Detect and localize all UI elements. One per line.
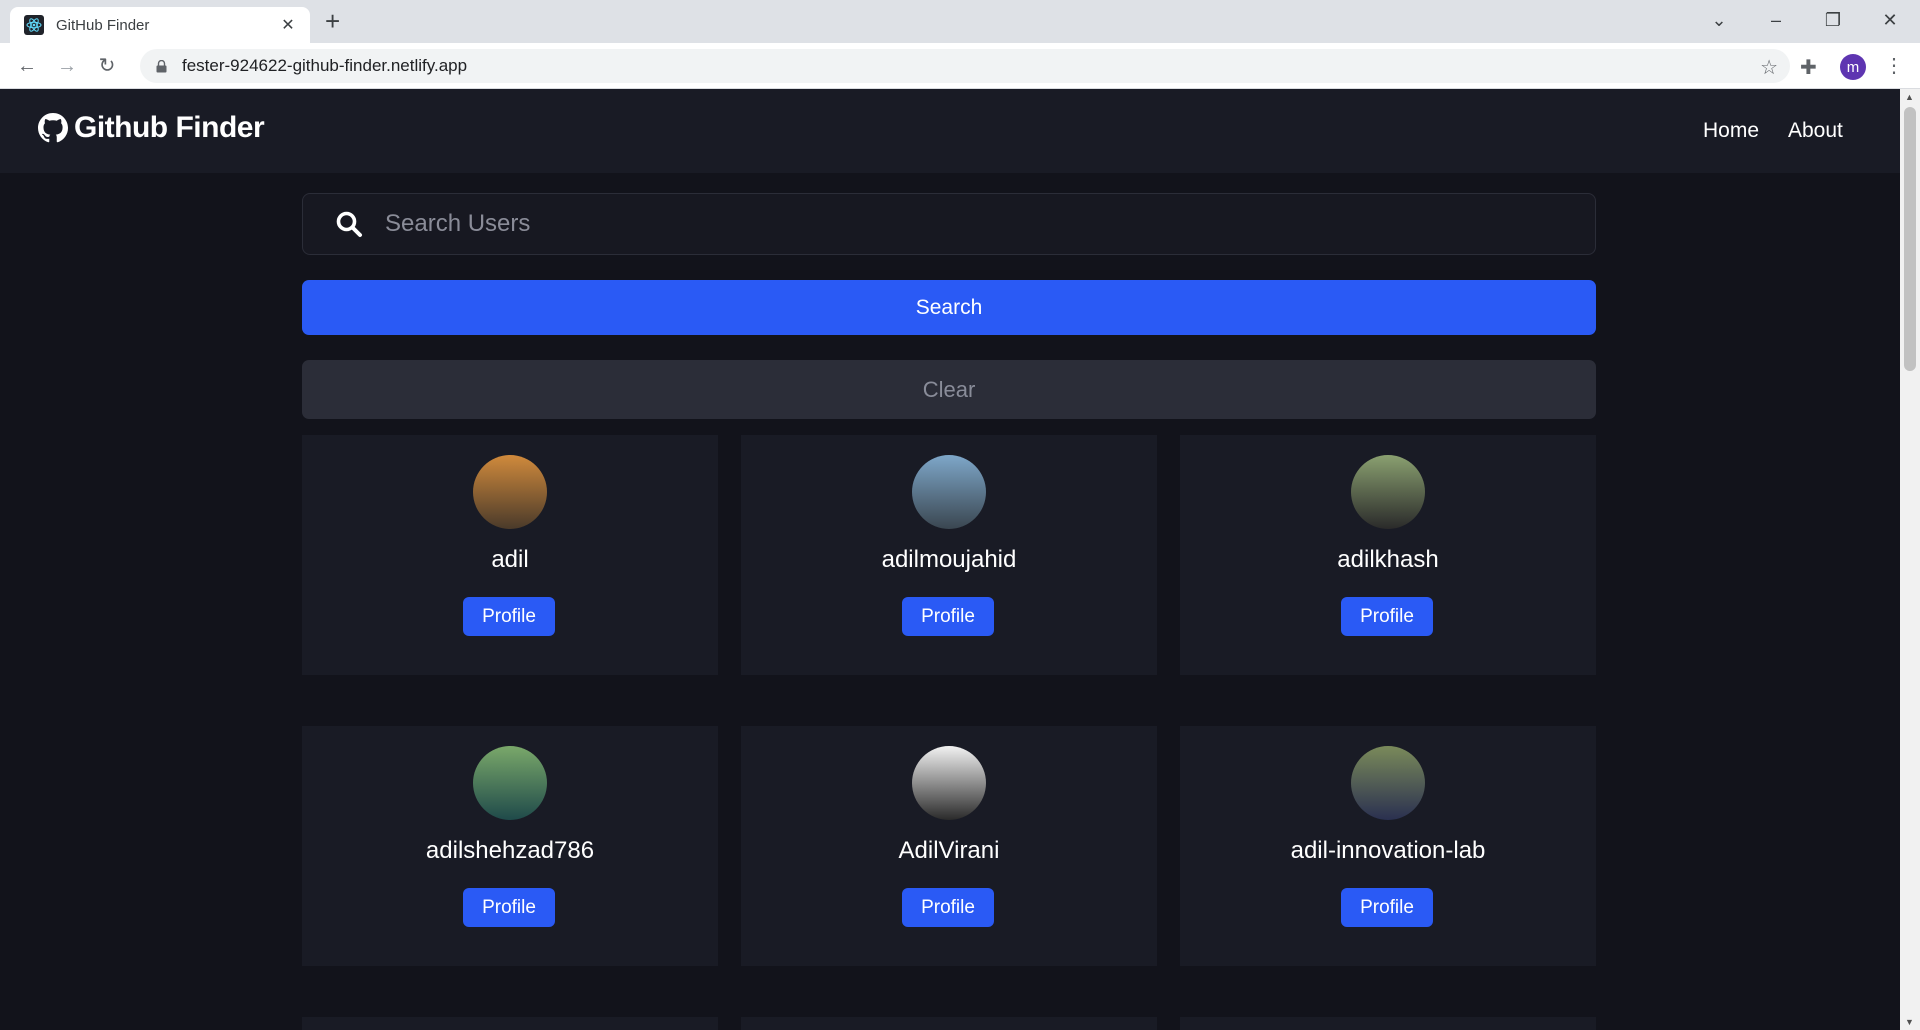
page-scrollbar[interactable]: ▲ ▼ bbox=[1900, 89, 1920, 1030]
user-grid: adil Profile adilmoujahid Profile adilkh… bbox=[302, 435, 1596, 1030]
browser-tab[interactable]: GitHub Finder ✕ bbox=[10, 7, 310, 43]
avatar bbox=[1351, 455, 1425, 529]
avatar bbox=[1351, 746, 1425, 820]
search-icon bbox=[336, 211, 362, 237]
user-card: adil-innovation-lab Profile bbox=[1180, 726, 1596, 966]
avatar bbox=[473, 455, 547, 529]
tab-title: GitHub Finder bbox=[56, 16, 150, 34]
close-tab-icon[interactable]: ✕ bbox=[278, 15, 298, 35]
profile-button[interactable]: Profile bbox=[463, 888, 555, 927]
user-login: adil-innovation-lab bbox=[1290, 837, 1486, 864]
brand[interactable]: Github Finder bbox=[38, 111, 265, 145]
user-card: adilshehzad786 Profile bbox=[302, 726, 718, 966]
profile-button[interactable]: Profile bbox=[463, 597, 555, 636]
user-login: adilkhash bbox=[1337, 546, 1439, 573]
react-icon bbox=[24, 15, 44, 35]
app-viewport: Github Finder Home About Search Clear ad… bbox=[0, 89, 1900, 1030]
extensions-icon[interactable]: ✚ bbox=[1800, 55, 1817, 80]
avatar bbox=[912, 455, 986, 529]
user-card: adilkhash Profile bbox=[1180, 435, 1596, 675]
tab-search-icon[interactable]: ⌄ bbox=[1699, 6, 1739, 34]
profile-button[interactable]: Profile bbox=[902, 597, 994, 636]
clear-button[interactable]: Clear bbox=[302, 360, 1596, 419]
navbar: Github Finder Home About bbox=[0, 89, 1900, 173]
search-box bbox=[302, 193, 1596, 255]
new-tab-icon[interactable]: + bbox=[325, 8, 340, 34]
search-input[interactable] bbox=[385, 210, 1595, 238]
bookmark-star-icon[interactable]: ☆ bbox=[1760, 55, 1778, 80]
scroll-down-icon[interactable]: ▼ bbox=[1905, 1017, 1914, 1027]
profile-button[interactable]: Profile bbox=[1341, 597, 1433, 636]
user-card: AdilVirani Profile bbox=[741, 726, 1157, 966]
user-login: adilmoujahid bbox=[881, 546, 1017, 573]
user-card-partial bbox=[302, 1017, 718, 1030]
browser-toolbar: ← → ↻ fester-924622-github-finder.netlif… bbox=[0, 43, 1920, 89]
profile-button[interactable]: Profile bbox=[1341, 888, 1433, 927]
lock-icon bbox=[154, 59, 168, 73]
user-login: AdilVirani bbox=[898, 837, 1000, 864]
user-card-partial bbox=[741, 1017, 1157, 1030]
back-icon[interactable]: ← bbox=[12, 52, 42, 80]
user-card: adil Profile bbox=[302, 435, 718, 675]
maximize-icon[interactable]: ❐ bbox=[1813, 6, 1853, 34]
forward-icon[interactable]: → bbox=[52, 52, 82, 80]
profile-avatar[interactable]: m bbox=[1840, 54, 1866, 80]
avatar bbox=[473, 746, 547, 820]
reload-icon[interactable]: ↻ bbox=[92, 52, 122, 80]
search-button[interactable]: Search bbox=[302, 280, 1596, 335]
nav-home-link[interactable]: Home bbox=[1703, 119, 1759, 143]
avatar bbox=[912, 746, 986, 820]
browser-menu-icon[interactable]: ⋮ bbox=[1884, 53, 1904, 78]
profile-button[interactable]: Profile bbox=[902, 888, 994, 927]
url-text: fester-924622-github-finder.netlify.app bbox=[182, 56, 468, 75]
github-icon bbox=[38, 113, 68, 143]
close-window-icon[interactable]: ✕ bbox=[1870, 6, 1910, 34]
browser-tab-bar: GitHub Finder ✕ + ⌄ – ❐ ✕ bbox=[0, 0, 1920, 43]
minimize-icon[interactable]: – bbox=[1756, 6, 1796, 34]
user-login: adil bbox=[491, 546, 529, 573]
address-bar[interactable]: fester-924622-github-finder.netlify.app … bbox=[140, 49, 1790, 83]
user-login: adilshehzad786 bbox=[425, 837, 595, 864]
scrollbar-thumb[interactable] bbox=[1904, 107, 1916, 371]
nav-about-link[interactable]: About bbox=[1788, 119, 1843, 143]
user-card: adilmoujahid Profile bbox=[741, 435, 1157, 675]
user-card-partial bbox=[1180, 1017, 1596, 1030]
scroll-up-icon[interactable]: ▲ bbox=[1905, 92, 1914, 102]
brand-title: Github Finder bbox=[74, 111, 265, 144]
